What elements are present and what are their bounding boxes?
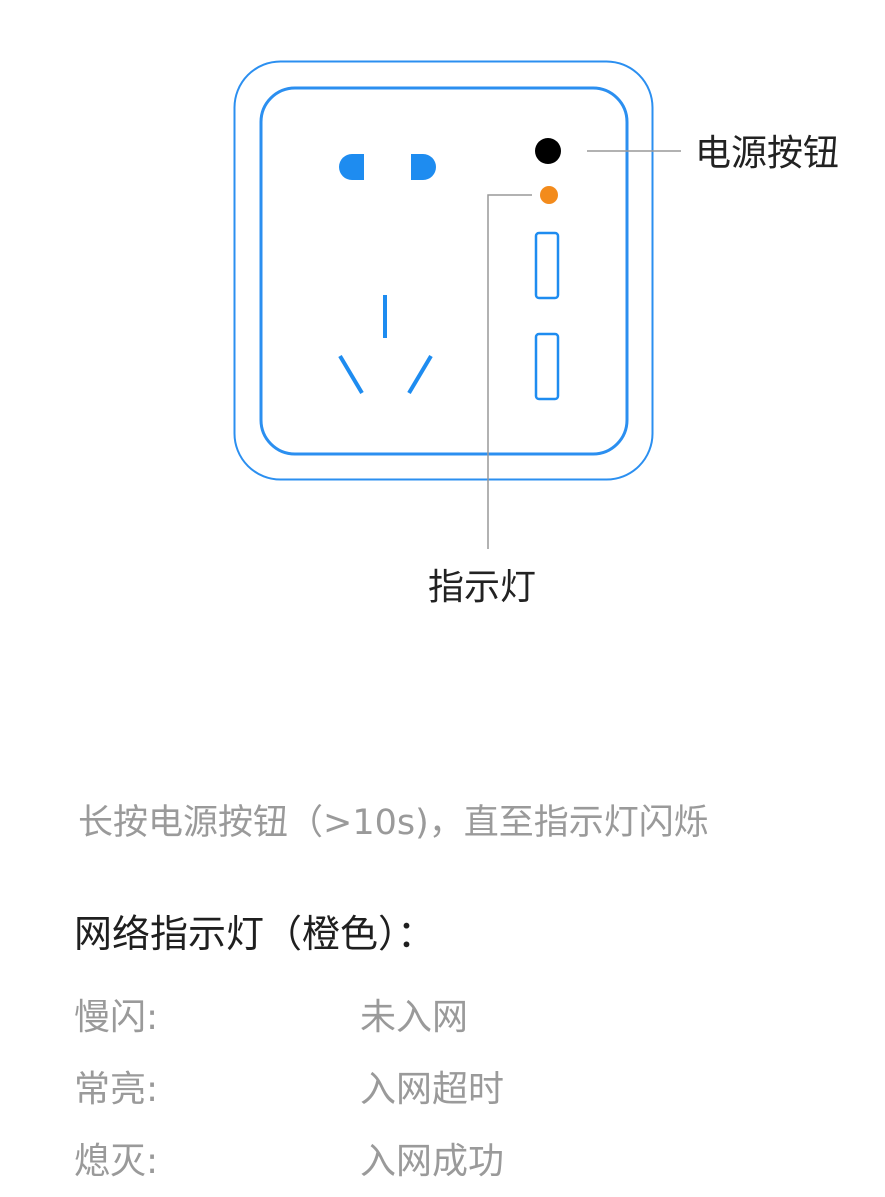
status-meaning: 入网超时 (360, 1069, 505, 1110)
status-state: 熄灭: (74, 1141, 159, 1182)
indicator-leader-line (487, 194, 532, 549)
socket-outer-frame (233, 60, 654, 481)
reset-instruction: 长按电源按钮（>10s)，直至指示灯闪烁 (78, 803, 709, 843)
indicator-light-dot (540, 186, 558, 204)
usb-port-top (534, 231, 560, 300)
two-pin-right-hole (411, 154, 436, 180)
power-button-label: 电源按钮 (695, 133, 840, 174)
status-state: 常亮: (74, 1069, 159, 1110)
legend-title: 网络指示灯（橙色）： (74, 912, 436, 956)
three-pin-right-slot (407, 354, 433, 395)
socket-diagram: 电源按钮 指示灯 (0, 0, 885, 640)
three-pin-left-slot (338, 354, 364, 395)
status-state: 慢闪: (74, 997, 159, 1038)
socket-inner-frame (259, 86, 629, 456)
two-pin-left-hole (339, 154, 364, 180)
power-button-dot (535, 138, 561, 164)
status-meaning: 未入网 (360, 997, 469, 1038)
socket-illustration (233, 60, 681, 549)
usb-port-bottom (534, 332, 560, 401)
status-meaning: 入网成功 (360, 1141, 505, 1182)
indicator-label: 指示灯 (428, 567, 537, 608)
